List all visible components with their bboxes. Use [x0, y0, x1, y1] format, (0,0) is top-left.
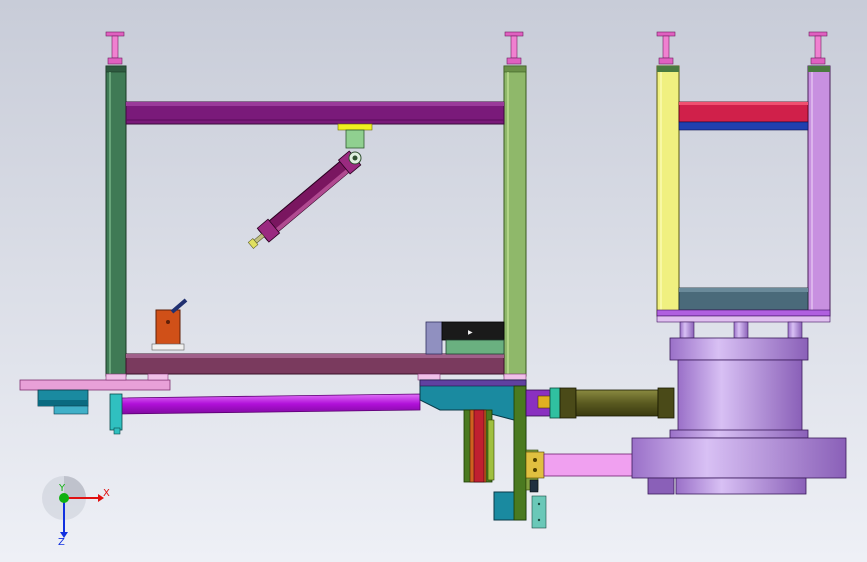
pulley-assembly[interactable]	[463, 409, 495, 483]
right-frame-yellow-post[interactable]	[656, 65, 680, 317]
left-post[interactable]	[105, 65, 127, 377]
z-axis-label: Z	[58, 537, 65, 548]
svg-text:▶: ▶	[468, 329, 473, 336]
blue-strip	[678, 121, 809, 131]
sensor-block[interactable]: ▶	[425, 321, 505, 355]
cylinder-mount-plate[interactable]	[337, 123, 373, 131]
x-axis-label: X	[103, 488, 110, 499]
y-axis-label: Y	[58, 483, 66, 494]
horizontal-air-cylinder[interactable]	[525, 387, 675, 419]
vertical-support-plate[interactable]	[513, 385, 527, 521]
cad-drawing[interactable]: ▶ X Y Z	[0, 0, 867, 562]
right-frame-lavender-post[interactable]	[807, 65, 831, 317]
center-post[interactable]	[503, 65, 527, 377]
lower-push-rod[interactable]	[525, 451, 637, 479]
cad-viewport[interactable]: ▶ X Y Z	[0, 0, 867, 562]
left-base-plate[interactable]	[19, 379, 171, 391]
